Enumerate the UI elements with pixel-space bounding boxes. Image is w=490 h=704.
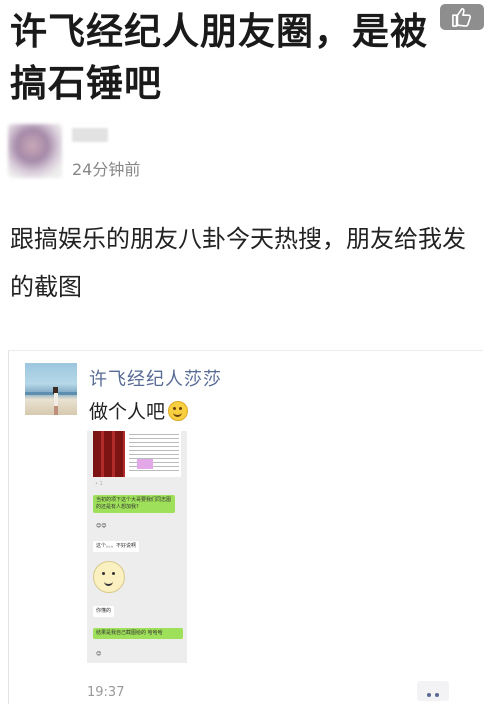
red-photo-grid [93,431,125,477]
embedded-screenshot: 许飞经纪人莎莎 做个人吧 • 1 当初的项下这个大哥要我们同志图的还是有人想加我… [8,350,483,704]
author-name-blurred [72,128,108,142]
sticker-icon [93,561,125,593]
more-dots-icon [425,682,441,701]
thumbs-up-icon [452,8,472,27]
beach-photo-icon [25,387,77,415]
pink-highlight [137,459,153,469]
author-avatar[interactable] [8,124,62,178]
like-button[interactable] [440,4,484,30]
moment-text-row: 做个人吧 [89,397,189,424]
smiley-emoji-icon [168,401,189,421]
moment-username[interactable]: 许飞经纪人莎莎 [89,365,222,391]
chat-emoji: 😊 [96,651,102,657]
moment-text: 做个人吧 [89,401,166,423]
moment-avatar[interactable] [25,363,77,415]
chat-meta: • 1 [95,481,103,487]
article-body: 跟搞娱乐的朋友八卦今天热搜，朋友给我发的截图 [10,225,466,301]
article-title: 许飞经纪人朋友圈，是被搞石锤吧 [10,10,428,105]
chat-bubble: 结果是我自己截图给的 哈哈哈 [93,628,183,639]
moment-time: 19:37 [87,685,125,700]
chat-bubble: 你懂的 [93,606,115,617]
chat-shared-image [93,431,181,477]
post-time: 24分钟前 [72,160,141,179]
chat-bubble: 这个。。。不好说啊 [93,541,140,552]
chat-emoji: 😊😊 [96,523,107,529]
more-button[interactable] [417,681,449,701]
chat-bubble: 当初的项下这个大哥要我们同志图的还是有人想加我? [93,495,175,513]
chat-screenshot-image[interactable]: • 1 当初的项下这个大哥要我们同志图的还是有人想加我? 😊😊 这个。。。不好说… [87,431,187,663]
